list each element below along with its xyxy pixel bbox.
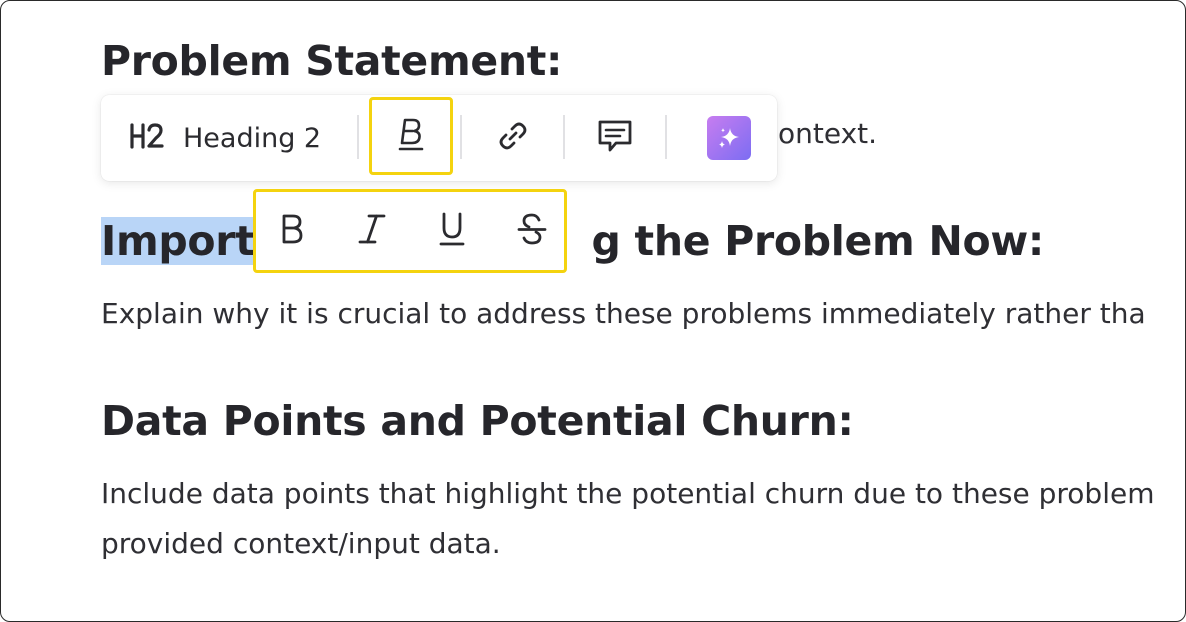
strikethrough-button[interactable] <box>502 192 562 270</box>
toolbar-divider <box>460 115 462 159</box>
selected-text[interactable]: Import <box>101 217 255 265</box>
text-format-menu <box>253 189 567 273</box>
editor-frame: Problem Statement: ontext. Import g the P… <box>0 0 1186 622</box>
floating-toolbar: Heading 2 <box>101 95 777 181</box>
heading-style-dropdown[interactable]: Heading 2 <box>129 95 329 181</box>
ai-assist-button[interactable] <box>699 95 759 181</box>
heading-problem-statement[interactable]: Problem Statement: <box>101 37 562 85</box>
comment-button[interactable] <box>583 95 647 181</box>
underline-icon <box>438 211 466 251</box>
paragraph-data-line-2[interactable]: provided context/input data. <box>101 519 501 569</box>
toolbar-divider <box>563 115 565 159</box>
bold-text-icon <box>396 116 426 156</box>
heading-importance-rest: g the Problem Now: <box>591 217 1045 265</box>
bold-button[interactable] <box>262 192 322 270</box>
text-style-button[interactable] <box>369 95 453 177</box>
strikethrough-icon <box>517 212 547 250</box>
heading-data-points[interactable]: Data Points and Potential Churn: <box>101 397 854 445</box>
paragraph-importance[interactable]: Explain why it is crucial to address the… <box>101 289 1146 339</box>
paragraph-data-line-1[interactable]: Include data points that highlight the p… <box>101 469 1155 519</box>
link-icon <box>495 118 531 158</box>
heading-style-label: Heading 2 <box>183 122 322 154</box>
link-button[interactable] <box>481 95 545 181</box>
paragraph-problem-tail[interactable]: ontext. <box>778 109 877 159</box>
underline-button[interactable] <box>422 192 482 270</box>
h2-icon <box>129 122 165 154</box>
toolbar-divider <box>665 115 667 159</box>
toolbar-divider <box>357 115 359 159</box>
italic-icon <box>358 212 386 250</box>
comment-icon <box>596 118 634 158</box>
italic-button[interactable] <box>342 192 402 270</box>
ai-sparkle-icon <box>707 116 751 160</box>
bold-icon <box>278 212 306 250</box>
heading-importance[interactable]: Import g the Problem Now: <box>101 217 1044 265</box>
